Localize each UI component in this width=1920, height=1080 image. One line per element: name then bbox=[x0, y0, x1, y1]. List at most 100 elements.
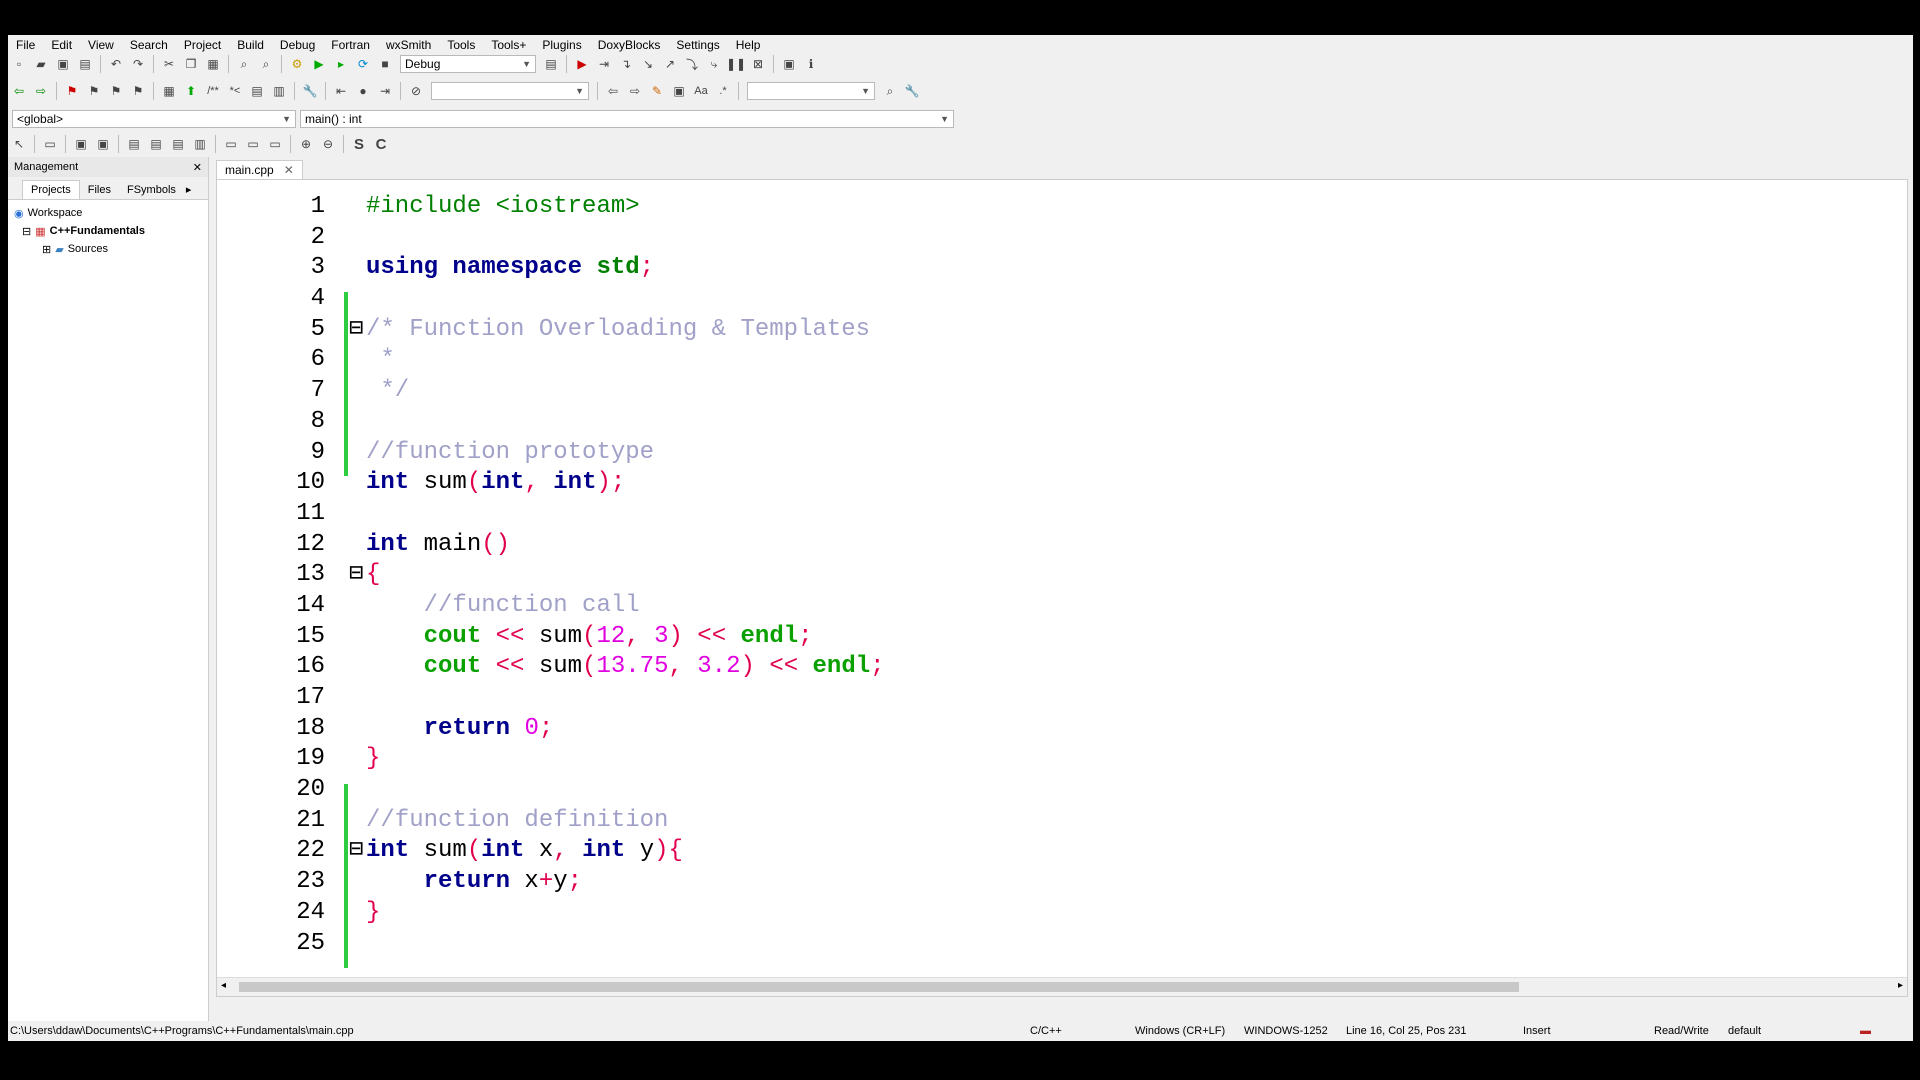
abort-icon[interactable]: ■ bbox=[376, 55, 394, 73]
incremental-search-icon[interactable]: ⊘ bbox=[407, 82, 425, 100]
sizer1-icon[interactable]: ▤ bbox=[125, 135, 143, 153]
tab-files[interactable]: Files bbox=[80, 181, 119, 199]
zoom-out-icon[interactable]: ⊖ bbox=[319, 135, 337, 153]
menu-wxsmith[interactable]: wxSmith bbox=[378, 38, 439, 52]
code-line[interactable]: 6 * bbox=[217, 345, 1907, 376]
code-line[interactable]: 12 int main() bbox=[217, 530, 1907, 561]
find-icon[interactable]: ⌕ bbox=[235, 55, 253, 73]
code-line[interactable]: 14 //function call bbox=[217, 591, 1907, 622]
scrollbar-thumb[interactable] bbox=[239, 982, 1519, 992]
replace-icon[interactable]: ⌕ bbox=[257, 55, 275, 73]
fold-icon[interactable]: ⊟ bbox=[349, 560, 363, 591]
code-line[interactable]: 18 return 0; bbox=[217, 714, 1907, 745]
doxy-html-icon[interactable]: ▤ bbox=[248, 82, 266, 100]
code-line[interactable]: 10 int sum(int, int); bbox=[217, 468, 1907, 499]
run-icon[interactable]: ▶ bbox=[310, 55, 328, 73]
match-case-icon[interactable]: Aa bbox=[692, 82, 710, 100]
settings-wrench-icon[interactable]: 🔧 bbox=[903, 82, 921, 100]
code-line[interactable]: 4 bbox=[217, 284, 1907, 315]
tree-item-workspace[interactable]: ◉ Workspace bbox=[14, 204, 202, 222]
class-icon[interactable]: C bbox=[372, 135, 390, 153]
tab-main-cpp[interactable]: main.cpp ✕ bbox=[216, 160, 303, 179]
jump-dot-icon[interactable]: ● bbox=[354, 82, 372, 100]
debug-windows-icon[interactable]: ▣ bbox=[780, 55, 798, 73]
close-icon[interactable]: ✕ bbox=[193, 161, 202, 174]
close-tab-icon[interactable]: ✕ bbox=[284, 163, 294, 177]
code-line[interactable]: 15 cout << sum(12, 3) << endl; bbox=[217, 622, 1907, 653]
save-all-icon[interactable]: ▤ bbox=[76, 55, 94, 73]
rebuild-icon[interactable]: ⟳ bbox=[354, 55, 372, 73]
menu-search[interactable]: Search bbox=[122, 38, 176, 52]
doxy-wizard-icon[interactable]: ▦ bbox=[160, 82, 178, 100]
collapse-icon[interactable]: ⊟ bbox=[22, 225, 31, 238]
undo-icon[interactable]: ↶ bbox=[107, 55, 125, 73]
target-options-icon[interactable]: ▤ bbox=[542, 55, 560, 73]
code-search-input[interactable]: ▼ bbox=[747, 82, 875, 100]
code-line[interactable]: 7 */ bbox=[217, 376, 1907, 407]
menu-plugins[interactable]: Plugins bbox=[534, 38, 589, 52]
tab-scroll-right-icon[interactable]: ▸ bbox=[184, 180, 194, 199]
code-line[interactable]: 22 ⊟ int sum(int x, int y){ bbox=[217, 836, 1907, 867]
menu-file[interactable]: File bbox=[8, 38, 43, 52]
line-comment-icon[interactable]: *< bbox=[226, 82, 244, 100]
toggle-bookmark-icon[interactable]: ⚑ bbox=[63, 82, 81, 100]
code-line[interactable]: 17 bbox=[217, 683, 1907, 714]
jump-forward-icon[interactable]: ⇥ bbox=[376, 82, 394, 100]
code-area[interactable]: 1 #include <iostream> 2 3 using namespace … bbox=[217, 192, 1907, 959]
code-line[interactable]: 11 bbox=[217, 499, 1907, 530]
doxy-extract-icon[interactable]: ⬆ bbox=[182, 82, 200, 100]
code-line[interactable]: 5 ⊟/* Function Overloading & Templates bbox=[217, 315, 1907, 346]
new-file-icon[interactable]: ▫ bbox=[10, 55, 28, 73]
step-into-instruction-icon[interactable]: ⤷ bbox=[705, 55, 723, 73]
open-icon[interactable]: ▰ bbox=[32, 55, 50, 73]
panel-icon[interactable]: ▣ bbox=[94, 135, 112, 153]
expand-icon[interactable]: ⊞ bbox=[42, 243, 51, 256]
code-editor[interactable]: 1 #include <iostream> 2 3 using namespace … bbox=[216, 179, 1908, 997]
menu-help[interactable]: Help bbox=[728, 38, 769, 52]
redo-icon[interactable]: ↷ bbox=[129, 55, 147, 73]
search-prev-icon[interactable]: ⇦ bbox=[604, 82, 622, 100]
block-comment-icon[interactable]: /** bbox=[204, 82, 222, 100]
border1-icon[interactable]: ▭ bbox=[222, 135, 240, 153]
build-run-icon[interactable]: ▸ bbox=[332, 55, 350, 73]
pointer-icon[interactable]: ↖ bbox=[10, 135, 28, 153]
sizer2-icon[interactable]: ▤ bbox=[147, 135, 165, 153]
regex-icon[interactable]: .* bbox=[714, 82, 732, 100]
pause-icon[interactable]: ❚❚ bbox=[726, 55, 746, 73]
paste-icon[interactable]: ▦ bbox=[204, 55, 222, 73]
fold-icon[interactable]: ⊟ bbox=[349, 836, 363, 867]
debug-start-icon[interactable]: ▶ bbox=[573, 55, 591, 73]
scroll-left-icon[interactable]: ◂ bbox=[221, 980, 226, 991]
search-icon[interactable]: ⌕ bbox=[881, 82, 899, 100]
wrench-icon[interactable]: 🔧 bbox=[301, 82, 319, 100]
save-icon[interactable]: ▣ bbox=[54, 55, 72, 73]
source-icon[interactable]: S bbox=[350, 135, 368, 153]
copy-icon[interactable]: ❐ bbox=[182, 55, 200, 73]
tab-fsymbols[interactable]: FSymbols bbox=[119, 181, 184, 199]
code-line[interactable]: 23 return x+y; bbox=[217, 867, 1907, 898]
debug-info-icon[interactable]: ℹ bbox=[802, 55, 820, 73]
fold-icon[interactable]: ⊟ bbox=[349, 315, 363, 346]
menu-build[interactable]: Build bbox=[229, 38, 272, 52]
prev-bookmark-icon[interactable]: ⚑ bbox=[85, 82, 103, 100]
clear-bookmarks-icon[interactable]: ⚑ bbox=[129, 82, 147, 100]
stop-debug-icon[interactable]: ⊠ bbox=[749, 55, 767, 73]
next-bookmark-icon[interactable]: ⚑ bbox=[107, 82, 125, 100]
step-into-icon[interactable]: ↘ bbox=[639, 55, 657, 73]
tab-projects[interactable]: Projects bbox=[22, 180, 80, 199]
cut-icon[interactable]: ✂ bbox=[160, 55, 178, 73]
frame-icon[interactable]: ▭ bbox=[41, 135, 59, 153]
highlight-icon[interactable]: ✎ bbox=[648, 82, 666, 100]
step-out-icon[interactable]: ↗ bbox=[661, 55, 679, 73]
next-instruction-icon[interactable]: ⤵ bbox=[683, 55, 701, 73]
menu-doxyblocks[interactable]: DoxyBlocks bbox=[590, 38, 669, 52]
code-line[interactable]: 3 using namespace std; bbox=[217, 253, 1907, 284]
next-line-icon[interactable]: ↴ bbox=[617, 55, 635, 73]
back-icon[interactable]: ⇦ bbox=[10, 82, 28, 100]
run-to-cursor-icon[interactable]: ⇥ bbox=[595, 55, 613, 73]
code-line[interactable]: 16 cout << sum(13.75, 3.2) << endl; bbox=[217, 652, 1907, 683]
menu-tools-plus[interactable]: Tools+ bbox=[483, 38, 534, 52]
menu-fortran[interactable]: Fortran bbox=[323, 38, 378, 52]
search-next-icon[interactable]: ⇨ bbox=[626, 82, 644, 100]
tree-item-sources[interactable]: ⊞ ▰ Sources bbox=[14, 240, 202, 258]
